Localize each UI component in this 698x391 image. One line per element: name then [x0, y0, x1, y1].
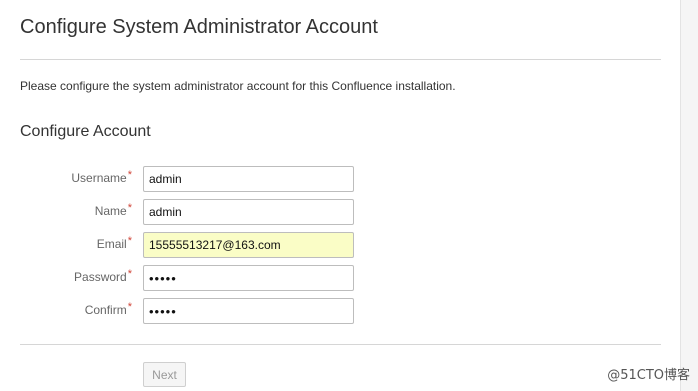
password-input[interactable]	[143, 265, 354, 291]
field-row-confirm: Confirm*	[0, 298, 680, 324]
password-label-text: Password	[74, 270, 127, 284]
field-row-username: Username*	[0, 166, 680, 192]
intro-text: Please configure the system administrato…	[20, 79, 456, 93]
username-label-text: Username	[71, 171, 127, 185]
required-marker: *	[127, 235, 132, 247]
username-input[interactable]	[143, 166, 354, 192]
confirm-label: Confirm*	[84, 301, 132, 317]
username-label: Username*	[71, 169, 132, 185]
required-marker: *	[127, 268, 132, 280]
setup-panel: Configure System Administrator Account P…	[0, 0, 681, 391]
email-input[interactable]	[143, 232, 354, 258]
required-marker: *	[127, 202, 132, 214]
required-marker: *	[127, 169, 132, 181]
required-marker: *	[127, 301, 132, 313]
field-row-name: Name*	[0, 199, 680, 225]
confirm-password-input[interactable]	[143, 298, 354, 324]
name-label-text: Name	[94, 204, 127, 218]
password-label: Password*	[74, 268, 132, 284]
email-label: Email*	[96, 235, 132, 251]
next-button[interactable]: Next	[143, 362, 186, 387]
form-footer-divider	[20, 344, 661, 345]
page-title: Configure System Administrator Account	[20, 16, 378, 38]
name-label: Name*	[94, 202, 132, 218]
section-title: Configure Account	[20, 123, 151, 140]
email-label-text: Email	[96, 237, 127, 251]
field-row-password: Password*	[0, 265, 680, 291]
confirm-label-text: Confirm	[84, 303, 127, 317]
header-divider	[20, 59, 661, 60]
field-row-email: Email*	[0, 232, 680, 258]
name-input[interactable]	[143, 199, 354, 225]
watermark: @51CTO博客	[607, 368, 690, 383]
